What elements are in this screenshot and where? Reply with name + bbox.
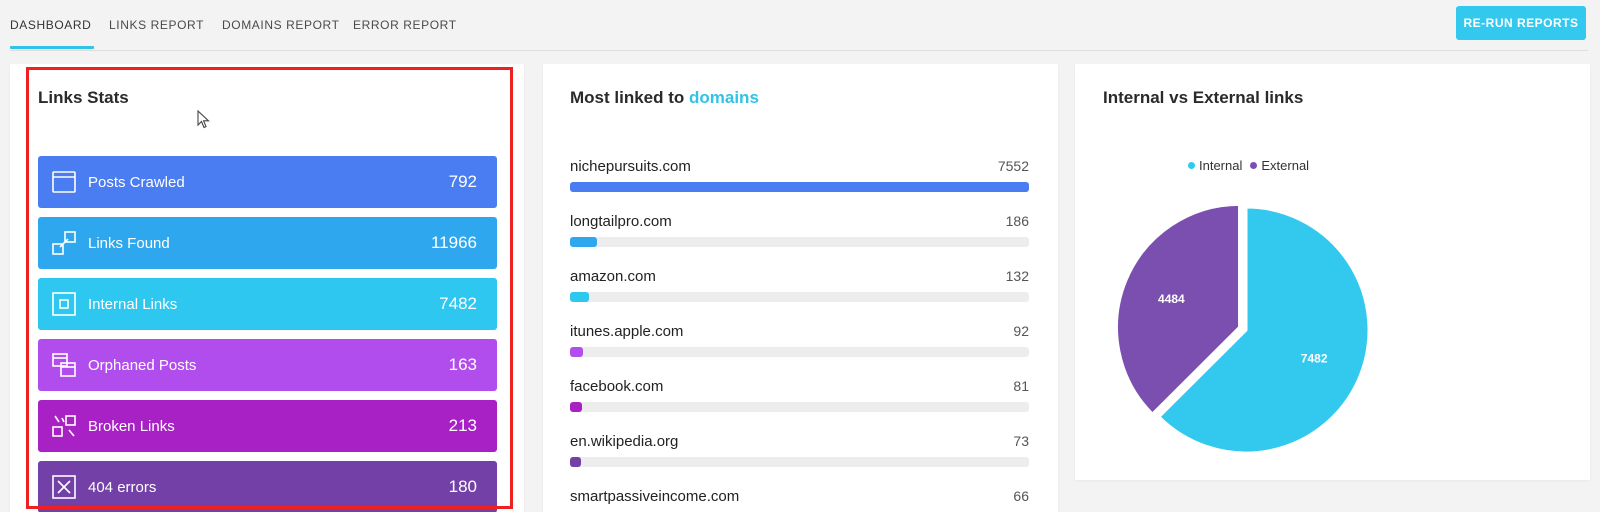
stat-value: 180 [448,477,477,496]
domains-title: Most linked to domains [570,88,759,108]
domain-bar-fill [570,402,582,412]
domain-count: 66 [1013,488,1029,504]
legend-item-external[interactable]: External [1250,158,1309,173]
stat-posts-crawled[interactable]: Posts Crawled 792 [38,156,497,208]
domain-bar-track [570,457,1029,467]
domain-bar-fill [570,347,584,357]
stat-label: Links Found [88,234,170,252]
pie-data-label: 7482 [1301,351,1328,365]
stat-value: 213 [448,416,477,435]
domain-bar-track [570,347,1029,357]
tab-links-report[interactable]: LINKS REPORT [109,18,204,32]
stat-value: 11966 [430,233,477,252]
internal-square-icon [50,290,78,318]
tab-domains-report[interactable]: DOMAINS REPORT [222,18,340,32]
stat-404-errors[interactable]: 404 errors 180 [38,461,497,512]
domains-title-prefix: Most linked to [570,88,689,107]
domain-bar-track [570,237,1029,247]
stat-value: 7482 [439,294,477,313]
link-squares-icon [50,229,78,257]
pie-chart-title: Internal vs External links [1103,88,1304,107]
stat-value: 163 [448,355,477,374]
domain-item: facebook.com 81 [570,378,1029,422]
top-navigation: DASHBOARD LINKS REPORT DOMAINS REPORT ER… [0,0,1600,52]
domain-count: 186 [1005,213,1029,229]
legend-label: Internal [1199,158,1243,173]
stat-label: Orphaned Posts [88,356,197,374]
domain-name: longtailpro.com [570,213,672,230]
pie-chart: 7482 4484 [1115,202,1371,455]
domain-count: 132 [1005,268,1029,284]
domain-item: en.wikipedia.org 73 [570,433,1029,477]
legend-dot [1250,162,1258,169]
domain-bar-fill [570,182,1029,192]
stat-label: Broken Links [88,417,175,435]
domain-name: smartpassiveincome.com [570,488,740,505]
stat-value: 792 [448,172,477,191]
browser-window-icon [50,168,78,196]
domain-name: amazon.com [570,268,656,285]
stat-label: 404 errors [88,478,157,496]
domain-count: 73 [1013,433,1029,449]
legend-item-internal[interactable]: Internal [1188,158,1242,173]
domain-name: itunes.apple.com [570,323,684,340]
domain-bar-fill [570,457,581,467]
domain-item: amazon.com 132 [570,268,1029,312]
domains-title-link[interactable]: domains [689,88,759,107]
domain-bar-track [570,402,1029,412]
domain-bar-fill [570,292,590,302]
stat-label: Posts Crawled [88,173,185,191]
domain-item: smartpassiveincome.com 66 [570,488,1029,512]
domain-item: longtailpro.com 186 [570,213,1029,257]
nav-divider [10,50,1588,51]
stat-orphaned-posts[interactable]: Orphaned Posts 163 [38,339,497,391]
mouse-cursor-icon [197,110,210,129]
stat-label: Internal Links [88,295,178,313]
tab-dashboard[interactable]: DASHBOARD [10,18,91,32]
domain-name: en.wikipedia.org [570,433,679,450]
stat-internal-links[interactable]: Internal Links 7482 [38,278,497,330]
domain-item: itunes.apple.com 92 [570,323,1029,367]
active-tab-indicator [10,46,94,49]
links-stats-title: Links Stats [38,88,129,107]
domain-count: 81 [1013,378,1029,394]
pie-data-label: 4484 [1158,292,1185,306]
stacked-windows-icon [50,351,78,379]
close-box-icon [50,473,78,501]
legend-label: External [1261,158,1310,173]
domain-name: nichepursuits.com [570,158,691,175]
domain-count: 7552 [997,158,1029,174]
tab-error-report[interactable]: ERROR REPORT [353,18,457,32]
domain-name: facebook.com [570,378,664,395]
legend-dot [1188,162,1195,169]
rerun-reports-button[interactable]: RE-RUN REPORTS [1456,6,1586,40]
domain-bar-fill [570,237,598,247]
domain-bar-track [570,182,1029,192]
stat-links-found[interactable]: Links Found 11966 [38,217,497,269]
domain-item: nichepursuits.com 7552 [570,158,1029,202]
domain-bar-track [570,292,1029,302]
domain-count: 92 [1013,323,1029,339]
pie-legend: Internal External [1188,158,1309,173]
broken-link-icon [50,412,78,440]
stat-broken-links[interactable]: Broken Links 213 [38,400,497,452]
